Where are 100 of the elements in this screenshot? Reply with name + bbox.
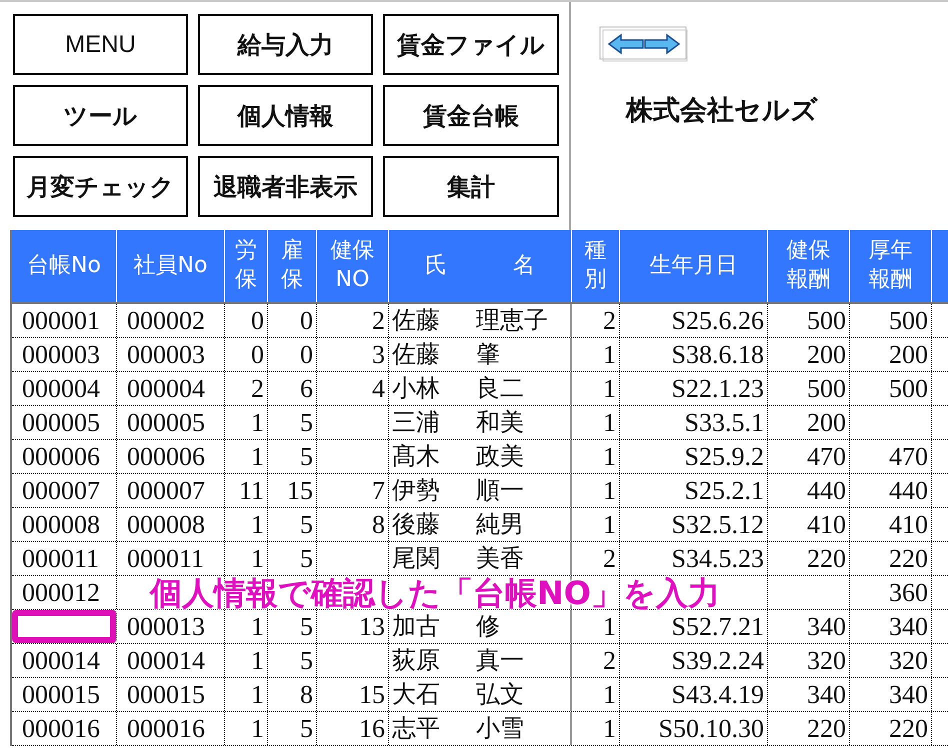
table-cell: 3 (317, 338, 389, 371)
name-cell: 荻原 真一 (389, 644, 572, 677)
table-cell: 5 (268, 406, 317, 439)
table-cell: S34.5.23 (620, 542, 768, 575)
table-cell: 11 (225, 474, 268, 507)
table-cell: 1 (225, 508, 268, 541)
table-cell: 000007 (12, 474, 117, 507)
table-cell: 500 (768, 372, 850, 405)
table-cell: 340 (768, 678, 850, 711)
table-cell: 1 (572, 678, 620, 711)
name-cell: 髙木 政美 (389, 440, 572, 473)
menu-button[interactable]: ツール (13, 85, 188, 146)
table-cell: 2 (572, 304, 620, 337)
menu-button[interactable]: 賃金ファイル (383, 14, 559, 75)
menu-button[interactable]: 賃金台帳 (383, 85, 559, 146)
column-header: 健保 NO (317, 230, 389, 302)
table-cell: S25.9.2 (620, 440, 768, 473)
table-cell: 1 (572, 440, 620, 473)
table-cell: 5 (268, 542, 317, 575)
table-cell: S33.5.1 (620, 406, 768, 439)
table-cell: 16 (317, 712, 389, 745)
table-cell: 7 (317, 474, 389, 507)
column-header: 社員No (117, 230, 225, 302)
table-cell: 220 (850, 542, 932, 575)
column-header: 雇 保 (268, 230, 317, 302)
column-header: 氏 名 (389, 230, 572, 302)
name-cell: 伊勢 順一 (389, 474, 572, 507)
table-cell: 000014 (117, 644, 225, 677)
name-cell: 佐藤 理恵子 (389, 304, 572, 337)
table-cell: 500 (850, 304, 932, 337)
table-cell: 000003 (117, 338, 225, 371)
menu-button[interactable]: 退職者非表示 (198, 156, 373, 217)
table-cell: 360 (850, 576, 932, 609)
table-cell: S50.10.30 (620, 712, 768, 745)
table-cell: 1 (225, 644, 268, 677)
table-cell: 0 (225, 338, 268, 371)
menu-button[interactable]: MENU (13, 14, 188, 75)
table-cell: 000003 (12, 338, 117, 371)
table-cell: 1 (225, 542, 268, 575)
table-cell: 000001 (12, 304, 117, 337)
column-header: 健保 報酬 (768, 230, 850, 302)
table-cell: 000006 (117, 440, 225, 473)
table-cell: 15 (317, 678, 389, 711)
table-cell: 340 (850, 610, 932, 643)
table-cell: 5 (268, 440, 317, 473)
column-header: 厚年 報酬 (850, 230, 932, 302)
table-cell: 5 (268, 610, 317, 643)
table-cell: 1 (572, 474, 620, 507)
table-cell: 340 (850, 678, 932, 711)
table-cell: 6 (268, 372, 317, 405)
table-cell: 000012 (12, 576, 117, 609)
column-header: 生年月日 (620, 230, 768, 302)
table-cell: 200 (768, 338, 850, 371)
table-cell: 000005 (117, 406, 225, 439)
table-cell: 500 (850, 372, 932, 405)
table-cell: 8 (317, 508, 389, 541)
table-cell: 4 (317, 372, 389, 405)
table-cell: 1 (225, 678, 268, 711)
table-cell: 1 (572, 610, 620, 643)
menu-button[interactable]: 個人情報 (198, 85, 373, 146)
input-field[interactable] (12, 610, 117, 643)
menu-button[interactable]: 集計 (383, 156, 559, 217)
name-cell: 大石 弘文 (389, 678, 572, 711)
table-cell: 1 (572, 372, 620, 405)
table-cell: S32.5.12 (620, 508, 768, 541)
table-cell: 340 (768, 610, 850, 643)
table-cell: 470 (768, 440, 850, 473)
menu-button[interactable]: 給与入力 (198, 14, 373, 75)
table-cell: 8 (268, 678, 317, 711)
table-cell: S43.4.19 (620, 678, 768, 711)
table-cell: 1 (572, 406, 620, 439)
table-cell: 470 (850, 440, 932, 473)
table-cell: S22.1.23 (620, 372, 768, 405)
table-cell: 000008 (12, 508, 117, 541)
table-cell: S52.7.21 (620, 610, 768, 643)
table-cell: 000005 (12, 406, 117, 439)
name-cell: 佐藤 肇 (389, 338, 572, 371)
table-cell: S25.6.26 (620, 304, 768, 337)
name-cell: 尾関 美香 (389, 542, 572, 575)
table-cell: 500 (768, 304, 850, 337)
table-cell: 0 (268, 338, 317, 371)
table-cell: 000007 (117, 474, 225, 507)
table-cell: 1 (225, 440, 268, 473)
table-cell: 1 (225, 610, 268, 643)
table-cell: 000004 (12, 372, 117, 405)
table-cell: 5 (268, 712, 317, 745)
instruction-text: 個人情報で確認した「台帳NO」を入力 (150, 576, 720, 610)
table-cell: 000004 (117, 372, 225, 405)
company-name: 株式会社セルズ (626, 94, 819, 128)
table-cell: 5 (268, 644, 317, 677)
menu-button[interactable]: 月変チェック (13, 156, 188, 217)
table-cell: 1 (572, 712, 620, 745)
name-cell: 加古 修 (389, 610, 572, 643)
column-header: 種 別 (572, 230, 620, 302)
table-cell: 000013 (117, 610, 225, 643)
table-cell: 220 (850, 712, 932, 745)
table-cell: 000008 (117, 508, 225, 541)
table-cell: 2 (572, 542, 620, 575)
column-header: 台帳No (12, 230, 117, 302)
table-cell: 440 (768, 474, 850, 507)
